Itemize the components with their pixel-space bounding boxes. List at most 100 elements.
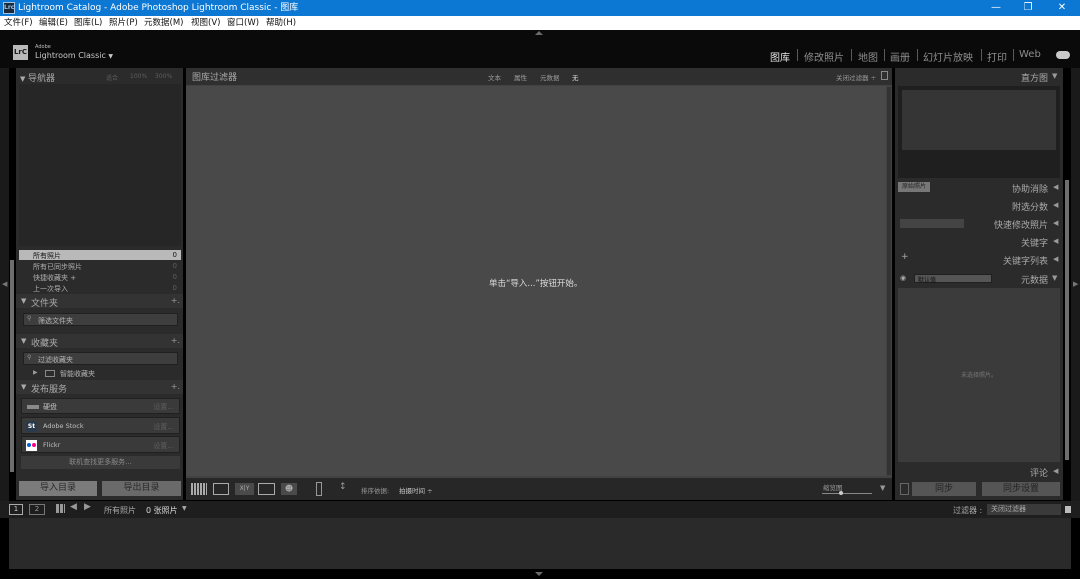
zoom-100[interactable]: 100% [130, 73, 147, 80]
collapse-triangle-icon[interactable]: ▼ [1052, 72, 1057, 80]
add-folder-icon[interactable]: +. [171, 296, 180, 305]
sync-settings-button[interactable]: 同步设置 [982, 482, 1060, 496]
spray-can-icon[interactable] [316, 482, 322, 496]
setup-button[interactable]: 设置... [153, 441, 174, 451]
menu-help[interactable]: 帮助(H) [266, 17, 296, 29]
filter-preset-select[interactable]: 关闭过滤器 ÷ [836, 72, 876, 82]
grid-icon[interactable] [56, 504, 65, 513]
main-window-button[interactable]: 1 [9, 504, 23, 515]
expand-triangle-icon[interactable]: ◀ [1053, 219, 1058, 227]
right-row-2[interactable]: 附选分数 [900, 200, 1048, 213]
catalog-row-previous-import[interactable]: 上一次导入 0 [19, 283, 181, 293]
grid-scrollbar[interactable] [887, 87, 891, 475]
publish-service-flickr[interactable]: Flickr 设置... [21, 436, 180, 453]
collapse-top-arrow-icon[interactable] [535, 31, 543, 35]
keywording-title[interactable]: 关键字 [900, 236, 1048, 249]
add-service-icon[interactable]: +. [171, 382, 180, 391]
publish-services-header[interactable]: ▼ 发布服务 +. [16, 380, 183, 395]
filmstrip-area[interactable] [9, 518, 1071, 569]
histogram-title[interactable]: 直方图 [900, 71, 1048, 84]
menu-library[interactable]: 图库(L) [74, 17, 102, 29]
folder-filter-input[interactable]: ⚲ 筛选文件夹 [23, 313, 178, 326]
menu-metadata[interactable]: 元数据(M) [144, 17, 183, 29]
slider-thumb[interactable] [839, 491, 843, 495]
menu-view[interactable]: 视图(V) [191, 17, 220, 29]
filmstrip-source[interactable]: 所有照片 [104, 505, 136, 516]
navigator-preview[interactable] [19, 84, 181, 246]
keyword-list-title[interactable]: 关键字列表 [910, 254, 1048, 267]
second-window-button[interactable]: 2 [29, 504, 45, 515]
close-button[interactable]: ✕ [1044, 0, 1080, 16]
menu-file[interactable]: 文件(F) [4, 17, 33, 29]
menu-window[interactable]: 窗口(W) [227, 17, 259, 29]
back-arrow-icon[interactable]: ◀ [70, 502, 77, 512]
zoom-300[interactable]: 300% [155, 73, 172, 80]
module-book[interactable]: 画册 [890, 49, 910, 64]
publish-service-hard-drive[interactable]: 硬盘 设置... [21, 398, 180, 414]
collections-header[interactable]: ▼ 收藏夹 +. [16, 334, 183, 349]
left-scrollbar[interactable] [10, 260, 14, 472]
grid-view-icon[interactable] [191, 483, 207, 495]
folders-header[interactable]: ▼ 文件夹 +. [16, 294, 183, 309]
people-view-icon[interactable]: ☻ [281, 483, 297, 495]
left-panel-toggle-icon[interactable]: ◀ [2, 280, 7, 288]
publish-service-adobe-stock[interactable]: St Adobe Stock 设置... [21, 417, 180, 434]
add-collection-icon[interactable]: +. [171, 336, 180, 345]
maximize-button[interactable]: ❐ [1010, 0, 1046, 16]
cloud-sync-icon[interactable] [1056, 51, 1070, 59]
thumbnail-size-slider[interactable] [822, 493, 872, 494]
expand-triangle-icon[interactable]: ◀ [1053, 237, 1058, 245]
expand-triangle-icon[interactable]: ◀ [1053, 467, 1058, 475]
collapse-bottom-arrow-icon[interactable] [535, 572, 543, 576]
metadata-title[interactable]: 元数据 [995, 273, 1048, 286]
source-chevron-icon[interactable]: ▼ [182, 505, 187, 512]
menu-photo[interactable]: 照片(P) [109, 17, 138, 29]
right-row-1[interactable]: 协助消除 [900, 182, 1048, 195]
menu-edit[interactable]: 编辑(E) [39, 17, 68, 29]
add-keyword-icon[interactable]: + [901, 252, 909, 262]
navigator-header[interactable]: ▼ 导航器 [20, 71, 55, 84]
lock-icon[interactable] [881, 71, 888, 80]
expand-triangle-icon[interactable]: ◀ [1053, 255, 1058, 263]
minimize-button[interactable]: — [978, 0, 1014, 16]
collapse-triangle-icon[interactable]: ▼ [1052, 274, 1057, 282]
export-button[interactable]: 导出目录 [102, 481, 181, 496]
catalog-row-synced[interactable]: 所有已同步照片 0 [19, 261, 181, 271]
module-map[interactable]: 地图 [858, 49, 878, 64]
module-print[interactable]: 打印 [987, 49, 1007, 64]
sort-direction-icon[interactable]: ↕ [339, 482, 347, 492]
catalog-row-all-photos[interactable]: 所有照片 0 [19, 250, 181, 260]
toolbar-menu-chevron-icon[interactable]: ▼ [880, 484, 885, 492]
comments-title[interactable]: 评论 [900, 466, 1048, 479]
zoom-fit[interactable]: 适合 [106, 73, 118, 82]
survey-view-icon[interactable] [258, 483, 275, 495]
catalog-row-quick-collection[interactable]: 快捷收藏夹 + 0 [19, 272, 181, 282]
find-more-services-button[interactable]: 联机查找更多服务... [21, 456, 180, 469]
module-library[interactable]: 图库 [770, 49, 790, 64]
setup-button[interactable]: 设置... [153, 402, 174, 412]
expand-triangle-icon[interactable]: ◀ [1053, 201, 1058, 209]
filter-tab-none[interactable]: 无 [572, 72, 579, 82]
module-web[interactable]: Web [1019, 49, 1041, 60]
compare-view-icon[interactable]: X|Y [235, 483, 254, 495]
module-develop[interactable]: 修改照片 [804, 49, 844, 64]
setup-button[interactable]: 设置... [153, 422, 174, 432]
filmstrip-filter-select[interactable]: 关闭过滤器 [987, 504, 1061, 515]
sort-select[interactable]: 拍摄时间 ÷ [399, 485, 433, 495]
sync-metadata-button[interactable]: 同步 [912, 482, 976, 496]
saved-preset-select[interactable] [900, 219, 964, 228]
right-panel-toggle-icon[interactable]: ▶ [1073, 280, 1078, 288]
quick-develop-title[interactable]: 快速修改照片 [966, 218, 1048, 231]
expand-triangle-icon[interactable]: ◀ [1053, 183, 1058, 191]
collection-filter-input[interactable]: ⚲ 过滤收藏夹 [23, 352, 178, 365]
metadata-preset-select[interactable]: 默认值 [914, 274, 992, 284]
filter-tab-text[interactable]: 文本 [488, 72, 501, 82]
smart-collections-item[interactable]: ▶ 智能收藏夹 [33, 368, 173, 379]
lock-icon[interactable] [1065, 506, 1071, 513]
chevron-down-icon[interactable]: ▼ [108, 53, 113, 60]
loupe-view-icon[interactable] [213, 483, 229, 495]
forward-arrow-icon[interactable]: ▶ [84, 502, 91, 512]
right-scrollbar[interactable] [1065, 180, 1069, 460]
sync-switch[interactable] [900, 483, 909, 495]
import-button[interactable]: 导入目录 [19, 481, 97, 496]
